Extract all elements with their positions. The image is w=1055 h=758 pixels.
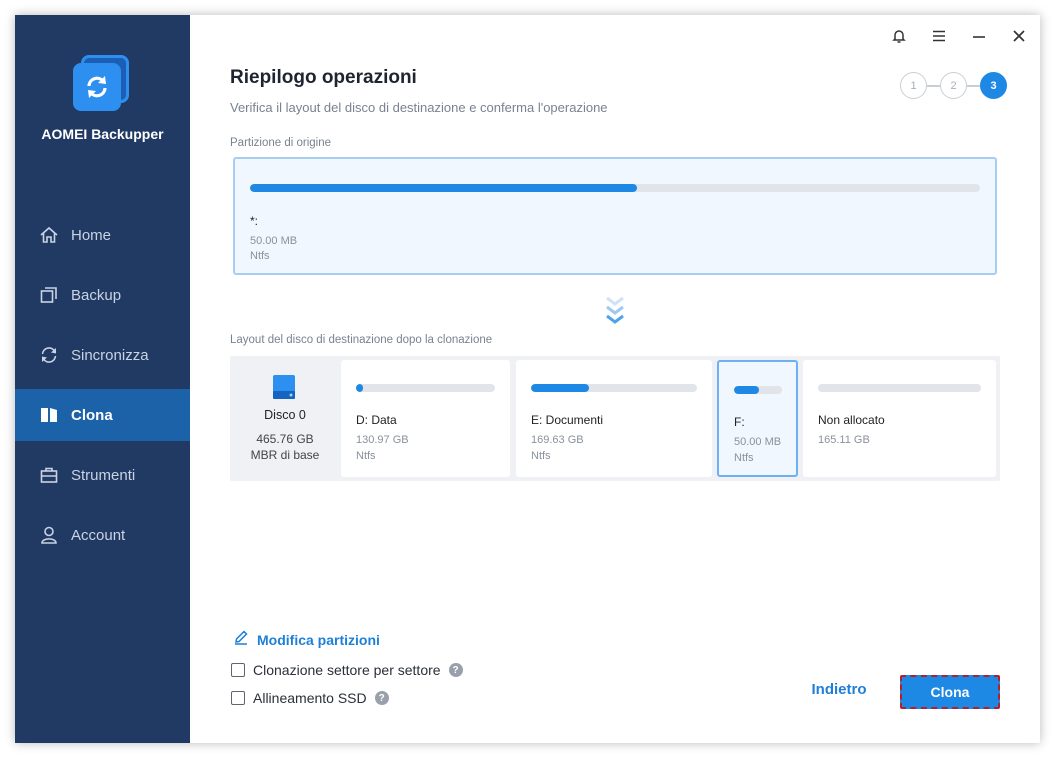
partition-card-d[interactable]: D: Data 130.97 GB Ntfs xyxy=(341,360,510,477)
sidebar-item-sync[interactable]: Sincronizza xyxy=(15,329,190,381)
partition-filesystem: Ntfs xyxy=(356,450,376,462)
disk-size: 465.76 GB xyxy=(256,432,314,446)
ssd-alignment-option[interactable]: Allineamento SSD ? xyxy=(231,690,389,706)
partition-size: 169.63 GB xyxy=(531,434,584,446)
partition-card-unallocated[interactable]: Non allocato 165.11 GB xyxy=(803,360,996,477)
usage-bar xyxy=(818,384,981,392)
partition-size: 50.00 MB xyxy=(250,235,298,247)
sidebar-item-label: Clona xyxy=(71,406,113,424)
source-partition-card: *: 50.00 MB Ntfs xyxy=(233,157,997,275)
sidebar-item-tools[interactable]: Strumenti xyxy=(15,449,190,501)
sync-icon xyxy=(39,345,59,365)
step-2: 2 xyxy=(940,72,967,99)
disk-info: Disco 0 465.76 GB MBR di base xyxy=(230,356,340,481)
pencil-icon xyxy=(233,629,249,650)
target-disk-layout: Disco 0 465.76 GB MBR di base D: Data 13… xyxy=(230,356,1000,481)
user-icon xyxy=(39,525,59,545)
step-indicator: 1 2 3 xyxy=(900,71,1010,101)
step-1: 1 xyxy=(900,72,927,99)
partition-card-f[interactable]: F: 50.00 MB Ntfs xyxy=(717,360,798,477)
partition-name: F: xyxy=(734,415,745,429)
source-section-label: Partizione di origine xyxy=(230,137,332,149)
target-section-label: Layout del disco di destinazione dopo la… xyxy=(230,334,493,346)
sidebar-item-label: Account xyxy=(71,526,126,544)
menu-icon[interactable] xyxy=(928,25,950,47)
usage-bar xyxy=(356,384,495,392)
partition-size: 165.11 GB xyxy=(818,434,870,446)
partition-filesystem: Ntfs xyxy=(531,450,551,462)
app-logo-icon xyxy=(73,55,131,113)
partition-size: 50.00 MB xyxy=(734,436,782,448)
page-title: Riepilogo operazioni xyxy=(230,67,417,88)
backup-icon xyxy=(39,285,59,305)
page-subtitle: Verifica il layout del disco di destinaz… xyxy=(230,100,608,115)
sidebar-item-backup[interactable]: Backup xyxy=(15,269,190,321)
sidebar-item-label: Sincronizza xyxy=(71,346,149,364)
partition-filesystem: Ntfs xyxy=(734,452,754,464)
sidebar-item-home[interactable]: Home xyxy=(15,209,190,261)
app-window: AOMEI Backupper Home Backup Sincronizza … xyxy=(15,15,1040,743)
disk-name: Disco 0 xyxy=(264,408,306,422)
usage-bar-fill xyxy=(531,384,590,392)
sidebar-item-clone[interactable]: Clona xyxy=(15,389,190,441)
toolbox-icon xyxy=(39,465,59,485)
sidebar-item-account[interactable]: Account xyxy=(15,509,190,561)
sidebar-item-label: Backup xyxy=(71,286,122,304)
clone-button[interactable]: Clona xyxy=(900,675,1000,709)
usage-bar-fill xyxy=(356,384,363,392)
sidebar-item-label: Home xyxy=(71,226,112,244)
ssd-alignment-label: Allineamento SSD xyxy=(253,690,367,706)
clone-icon xyxy=(39,405,59,425)
usage-bar xyxy=(531,384,697,392)
ssd-alignment-checkbox[interactable] xyxy=(231,691,245,705)
partition-filesystem: Ntfs xyxy=(250,250,270,262)
chevrons-down-icon xyxy=(603,295,627,329)
step-3: 3 xyxy=(980,72,1007,99)
close-icon[interactable] xyxy=(1008,25,1030,47)
partition-card-e[interactable]: E: Documenti 169.63 GB Ntfs xyxy=(516,360,712,477)
usage-bar xyxy=(250,184,980,192)
partition-name: Non allocato xyxy=(818,413,885,427)
disk-drive-icon xyxy=(269,373,299,408)
partition-name: E: Documenti xyxy=(531,413,604,427)
disk-type: MBR di base xyxy=(250,448,320,462)
back-button[interactable]: Indietro xyxy=(800,681,878,703)
sector-by-sector-checkbox[interactable] xyxy=(231,663,245,677)
sector-by-sector-option[interactable]: Clonazione settore per settore ? xyxy=(231,662,463,678)
usage-bar-fill xyxy=(734,386,760,394)
sidebar-item-label: Strumenti xyxy=(71,466,136,484)
usage-bar xyxy=(734,386,782,394)
help-icon[interactable]: ? xyxy=(448,663,463,677)
step-connector xyxy=(967,85,980,87)
step-connector xyxy=(927,85,940,87)
bell-icon[interactable] xyxy=(888,25,910,47)
home-icon xyxy=(39,225,59,245)
sidebar: AOMEI Backupper Home Backup Sincronizza … xyxy=(15,15,190,743)
usage-bar-fill xyxy=(250,184,637,192)
help-icon[interactable]: ? xyxy=(374,691,389,705)
partition-name: *: xyxy=(250,214,259,228)
sector-by-sector-label: Clonazione settore per settore xyxy=(253,662,441,678)
edit-partitions-link[interactable]: Modifica partizioni xyxy=(233,629,380,650)
app-name: AOMEI Backupper xyxy=(41,126,164,142)
minimize-icon[interactable] xyxy=(968,25,990,47)
partition-name: D: Data xyxy=(356,413,397,427)
edit-partitions-label: Modifica partizioni xyxy=(257,631,380,648)
partition-size: 130.97 GB xyxy=(356,434,409,446)
